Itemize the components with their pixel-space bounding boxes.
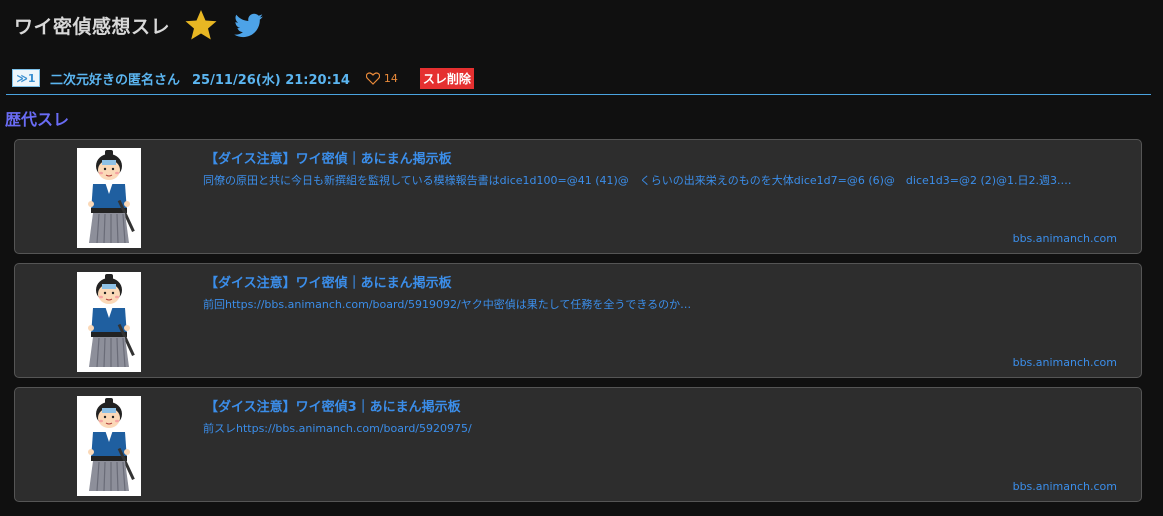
post-date: 25/11/26(水) 21:20:14 xyxy=(192,72,350,88)
post-header: ≫1 二次元好きの匿名さん 25/11/26(水) 21:20:14 14 スレ… xyxy=(12,67,474,89)
card-title[interactable]: 【ダイス注意】ワイ密偵｜あにまん掲示板 xyxy=(205,148,452,167)
card-title[interactable]: 【ダイス注意】ワイ密偵3｜あにまん掲示板 xyxy=(205,396,461,415)
card-title[interactable]: 【ダイス注意】ワイ密偵｜あにまん掲示板 xyxy=(205,272,452,291)
card-description: 同僚の原田と共に今日も新撰組を監視している模様報告書はdice1d100=@41… xyxy=(203,174,1072,187)
page-header: ワイ密偵感想スレ xyxy=(14,8,266,42)
thread-title: ワイ密偵感想スレ xyxy=(14,15,171,38)
section-heading: 歴代スレ xyxy=(5,110,70,129)
like-button[interactable]: 14 xyxy=(365,71,398,85)
samurai-illustration xyxy=(77,396,141,496)
twitter-icon[interactable] xyxy=(232,8,266,42)
like-count: 14 xyxy=(383,71,398,85)
samurai-illustration xyxy=(77,148,141,248)
delete-thread-button[interactable]: スレ削除 xyxy=(419,67,474,89)
card-domain: bbs.animanch.com xyxy=(1012,480,1117,493)
card-description: 前スレhttps://bbs.animanch.com/board/592097… xyxy=(203,422,472,435)
card-description: 前回https://bbs.animanch.com/board/5919092… xyxy=(203,298,692,311)
samurai-illustration xyxy=(77,272,141,372)
card-domain: bbs.animanch.com xyxy=(1012,232,1117,245)
link-card[interactable]: 【ダイス注意】ワイ密偵｜あにまん掲示板 前回https://bbs.animan… xyxy=(14,263,1142,378)
heart-icon xyxy=(365,71,380,85)
link-card[interactable]: 【ダイス注意】ワイ密偵｜あにまん掲示板 同僚の原田と共に今日も新撰組を監視してい… xyxy=(14,139,1142,254)
post-number-button[interactable]: ≫1 xyxy=(12,69,40,87)
divider xyxy=(6,94,1151,95)
link-card[interactable]: 【ダイス注意】ワイ密偵3｜あにまん掲示板 前スレhttps://bbs.anim… xyxy=(14,387,1142,502)
card-domain: bbs.animanch.com xyxy=(1012,356,1117,369)
poster-name: 二次元好きの匿名さん xyxy=(50,72,181,88)
star-icon[interactable] xyxy=(184,8,218,42)
